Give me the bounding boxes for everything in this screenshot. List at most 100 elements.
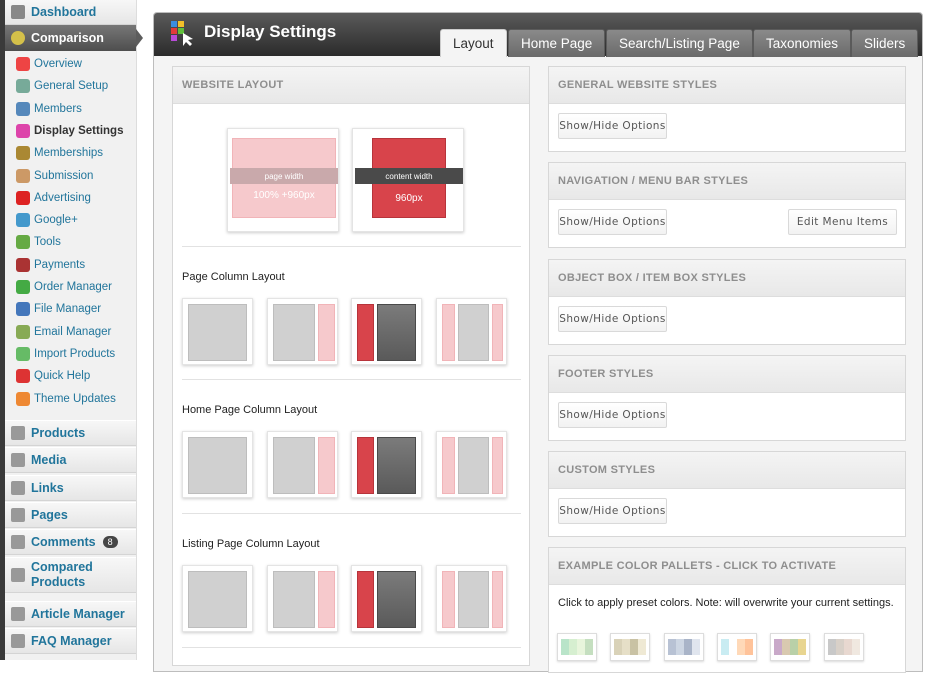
sidebar-item-file-manager[interactable]: File Manager <box>5 298 136 320</box>
column-layout-option[interactable] <box>435 431 507 498</box>
order-manager-icon <box>16 280 30 294</box>
box-title: WEBSITE LAYOUT <box>173 67 529 104</box>
sidebar-item-members[interactable]: Members <box>5 98 136 120</box>
divider <box>182 513 521 514</box>
sidebar-item-compared-products[interactable]: Compared Products <box>5 556 136 593</box>
sidebar-item-dashboard[interactable]: Dashboard <box>5 0 136 25</box>
show-hide-options-button[interactable]: Show/Hide Options <box>558 305 667 332</box>
color-pallet-swatch[interactable] <box>663 633 704 661</box>
links-icon <box>11 480 25 495</box>
column-layout-option[interactable] <box>435 298 507 365</box>
sidebar-item-article-manager[interactable]: Article Manager <box>5 600 136 627</box>
sidebar-item-label: Quick Help <box>34 370 91 383</box>
tools-icon <box>16 235 30 250</box>
sidebar-item-quick-help[interactable]: Quick Help <box>5 365 136 387</box>
sidebar-item-faq-manager[interactable]: FAQ Manager <box>5 627 136 654</box>
tab-sliders[interactable]: Sliders <box>851 29 919 57</box>
sidebar-item-email-manager[interactable]: Email Manager <box>5 321 136 343</box>
sidebar-item-links[interactable]: Links <box>5 474 136 501</box>
home-page-column-layout-label: Home Page Column Layout <box>182 404 318 416</box>
sidebar-item-comparison[interactable]: Comparison <box>5 25 143 51</box>
show-hide-options-button[interactable]: Show/Hide Options <box>558 498 667 525</box>
dashboard-icon <box>11 5 25 19</box>
email-manager-icon <box>16 324 30 339</box>
tab-search-listing-page[interactable]: Search/Listing Page <box>606 29 753 57</box>
style-section-box: GENERAL WEBSITE STYLES Show/Hide Options <box>548 66 906 152</box>
sidebar-item-label: Import Products <box>34 347 116 360</box>
show-hide-options-button[interactable]: Show/Hide Options <box>558 209 667 236</box>
color-pallet-swatch[interactable] <box>610 633 651 661</box>
content-width-option[interactable]: content width 960px <box>352 128 464 232</box>
sidebar-item-label: Comparison <box>31 31 104 45</box>
advertising-icon <box>16 190 30 205</box>
page-width-option[interactable]: page width 100% +960px <box>227 128 339 232</box>
sidebar-item-label: Payments <box>34 258 86 271</box>
tab-layout[interactable]: Layout <box>440 29 507 57</box>
sidebar-item-label: Theme Updates <box>34 392 116 405</box>
column-layout-option[interactable] <box>351 298 422 365</box>
sidebar-item-label: General Setup <box>34 80 109 93</box>
pallets-note: Click to apply preset colors. Note: will… <box>558 597 894 609</box>
sidebar-item-label: Order Manager <box>34 281 112 293</box>
content-width-value: 960px <box>395 193 423 204</box>
column-layout-option[interactable] <box>435 565 507 632</box>
google-icon <box>16 213 30 228</box>
column-layout-option[interactable] <box>182 565 253 632</box>
column-layout-option[interactable] <box>266 298 338 365</box>
sidebar-item-display-settings[interactable]: Display Settings <box>5 120 136 142</box>
style-section-box: CUSTOM STYLES Show/Hide Options <box>548 451 906 538</box>
sidebar-item-google[interactable]: Google+ <box>5 209 136 231</box>
sidebar-item-pages[interactable]: Pages <box>5 501 136 528</box>
column-layout-option[interactable] <box>182 431 253 498</box>
theme-updates-icon <box>16 391 30 406</box>
column-layout-option[interactable] <box>351 431 422 498</box>
tab-home-page[interactable]: Home Page <box>508 29 606 57</box>
column-layout-option[interactable] <box>266 565 338 632</box>
sidebar-item-media[interactable]: Media <box>5 447 136 474</box>
sidebar-item-import-products[interactable]: Import Products <box>5 343 136 365</box>
sidebar-item-order-manager[interactable]: Order Manager <box>5 276 136 298</box>
sidebar-item-label: Email Manager <box>34 325 112 338</box>
listing-page-column-layout-label: Listing Page Column Layout <box>182 538 320 550</box>
column-layout-option[interactable] <box>351 565 422 632</box>
box-title: EXAMPLE COLOR PALLETS - CLICK TO ACTIVAT… <box>549 548 905 585</box>
title-bar: Display Settings Layout Home Page Search… <box>154 13 922 57</box>
style-section-box: FOOTER STYLES Show/Hide Options <box>548 354 906 441</box>
color-pallet-swatch[interactable] <box>716 633 757 661</box>
divider <box>182 246 521 247</box>
logo-icon <box>171 21 193 46</box>
sidebar-item-advertising[interactable]: Advertising <box>5 187 136 209</box>
box-title: NAVIGATION / MENU BAR STYLES <box>549 163 905 201</box>
content-width-label: content width <box>355 168 463 184</box>
column-layout-option[interactable] <box>266 431 338 498</box>
sidebar-item-comments[interactable]: Comments 8 <box>5 529 136 556</box>
sidebar-item-label: Products <box>31 426 86 440</box>
box-title: CUSTOM STYLES <box>549 452 905 490</box>
sidebar-item-theme-updates[interactable]: Theme Updates <box>5 388 136 410</box>
sidebar-item-general-setup[interactable]: General Setup <box>5 75 136 97</box>
sidebar-item-label: Overview <box>34 58 82 70</box>
column-layout-option[interactable] <box>182 298 253 365</box>
color-pallet-swatch[interactable] <box>770 633 811 661</box>
tools-icon <box>16 79 30 94</box>
comments-count-badge: 8 <box>102 536 118 549</box>
sidebar-item-label: Links <box>31 480 64 495</box>
sidebar-item-label: Submission <box>34 169 94 182</box>
sidebar-item-products[interactable]: Products <box>5 420 136 446</box>
sidebar-item-overview[interactable]: Overview <box>5 53 136 75</box>
edit-menu-items-button[interactable]: Edit Menu Items <box>788 209 897 236</box>
payments-icon <box>16 257 30 272</box>
color-pallet-swatch[interactable] <box>557 633 597 661</box>
sidebar-item-submission[interactable]: Submission <box>5 165 136 187</box>
sidebar-item-payments[interactable]: Payments <box>5 254 136 276</box>
sidebar-item-label: Memberships <box>34 147 104 160</box>
memberships-icon <box>16 146 30 161</box>
tab-taxonomies[interactable]: Taxonomies <box>753 29 852 57</box>
divider <box>182 647 521 648</box>
color-pallet-swatch[interactable] <box>823 633 864 661</box>
show-hide-options-button[interactable]: Show/Hide Options <box>558 401 667 428</box>
page-width-value: 100% +960px <box>253 190 315 201</box>
sidebar-item-memberships[interactable]: Memberships <box>5 142 136 164</box>
sidebar-item-tools[interactable]: Tools <box>5 231 136 253</box>
show-hide-options-button[interactable]: Show/Hide Options <box>558 113 667 139</box>
